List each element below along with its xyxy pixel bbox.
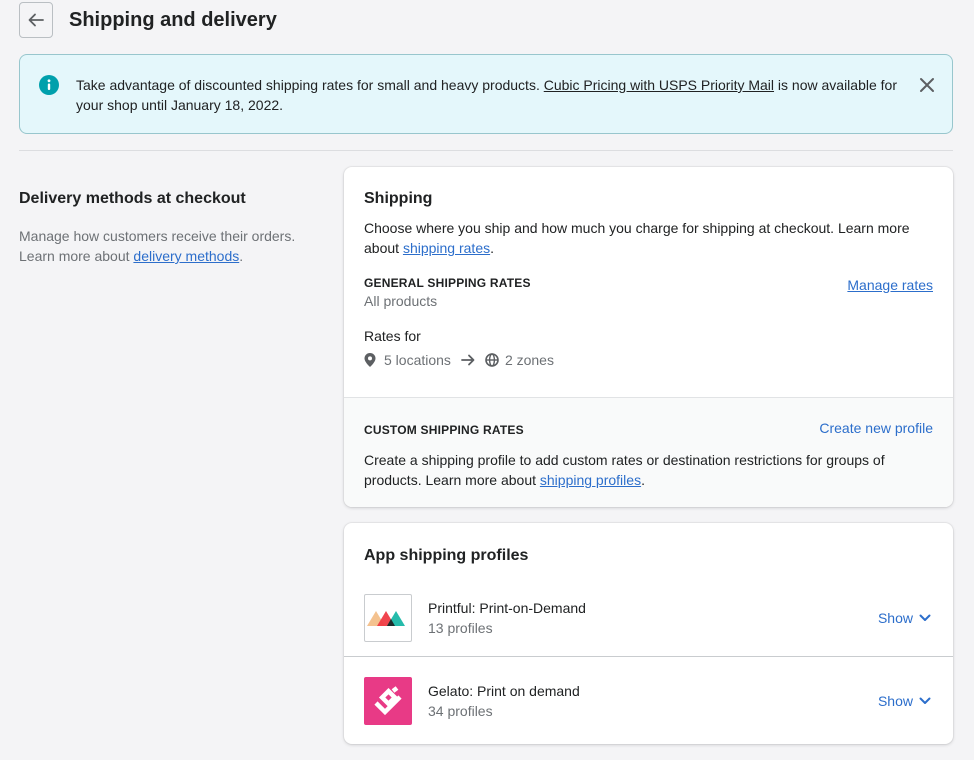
gelato-logo-icon: [364, 676, 412, 725]
printful-logo-icon: [364, 593, 412, 642]
location-pin-icon: [364, 353, 376, 367]
rates-for-label: Rates for: [364, 328, 421, 344]
cubic-pricing-link[interactable]: Cubic Pricing with USPS Priority Mail: [544, 77, 774, 93]
info-banner: Take advantage of discounted shipping ra…: [19, 54, 953, 134]
globe-icon: [485, 353, 499, 367]
shipping-desc-end: .: [490, 240, 494, 256]
delivery-methods-annotation: Delivery methods at checkout Manage how …: [19, 188, 319, 266]
app-row-printful: Printful: Print-on-Demand 13 profiles Sh…: [344, 579, 953, 656]
show-label: Show: [877, 609, 913, 626]
close-icon[interactable]: [918, 76, 936, 94]
delivery-methods-link[interactable]: delivery methods: [133, 248, 239, 264]
custom-rates-description: Create a shipping profile to add custom …: [364, 450, 933, 490]
page-header: Shipping and delivery: [19, 2, 277, 38]
shipping-rates-link[interactable]: shipping rates: [403, 240, 490, 256]
shipping-title: Shipping: [364, 190, 433, 207]
banner-text: Take advantage of discounted shipping ra…: [76, 77, 544, 93]
rates-summary: 5 locations 2 zones: [364, 350, 933, 370]
zones-count: 2 zones: [504, 352, 554, 368]
banner-message: Take advantage of discounted shipping ra…: [76, 75, 908, 115]
annotation-title: Delivery methods at checkout: [19, 190, 246, 207]
apps-header: App shipping profiles: [344, 523, 953, 579]
chevron-down-icon: [919, 697, 931, 704]
info-icon: [39, 75, 59, 95]
general-shipping-section: Shipping Choose where you ship and how m…: [344, 167, 953, 397]
app-row-gelato: Gelato: Print on demand 34 profiles Show: [344, 656, 953, 744]
show-label: Show: [877, 692, 913, 709]
locations-count: 5 locations: [384, 352, 451, 368]
section-divider: [19, 150, 953, 151]
profile-count: 34 profiles: [428, 702, 493, 719]
manage-rates-link[interactable]: Manage rates: [847, 277, 933, 293]
app-name: Gelato: Print on demand: [428, 682, 580, 699]
apps-title: App shipping profiles: [364, 547, 529, 564]
app-shipping-profiles-card: App shipping profiles Printful: Print-on…: [344, 523, 953, 744]
create-new-profile-link[interactable]: Create new profile: [819, 420, 933, 436]
general-rates-subtitle: All products: [364, 293, 438, 309]
show-printful-profiles-button[interactable]: Show: [878, 610, 931, 626]
annotation-description: Manage how customers receive their order…: [19, 226, 319, 266]
general-rates-row: GENERAL SHIPPING RATES All products Mana…: [364, 275, 933, 311]
shipping-profiles-link[interactable]: shipping profiles: [540, 472, 641, 488]
shipping-description: Choose where you ship and how much you c…: [364, 218, 933, 258]
page-title: Shipping and delivery: [69, 8, 277, 31]
gelato-info: Gelato: Print on demand 34 profiles: [428, 681, 580, 721]
custom-desc-end: .: [641, 472, 645, 488]
arrow-right-icon: [461, 354, 475, 366]
printful-info: Printful: Print-on-Demand 13 profiles: [428, 598, 586, 638]
custom-shipping-section: CUSTOM SHIPPING RATES Create new profile…: [344, 397, 953, 507]
chevron-down-icon: [919, 614, 931, 621]
profile-count: 13 profiles: [428, 619, 493, 636]
annotation-text-end: .: [239, 248, 244, 264]
app-name: Printful: Print-on-Demand: [428, 599, 586, 616]
arrow-left-icon: [28, 13, 44, 27]
shipping-card: Shipping Choose where you ship and how m…: [344, 167, 953, 507]
back-button[interactable]: [19, 2, 53, 38]
show-gelato-profiles-button[interactable]: Show: [878, 693, 931, 709]
